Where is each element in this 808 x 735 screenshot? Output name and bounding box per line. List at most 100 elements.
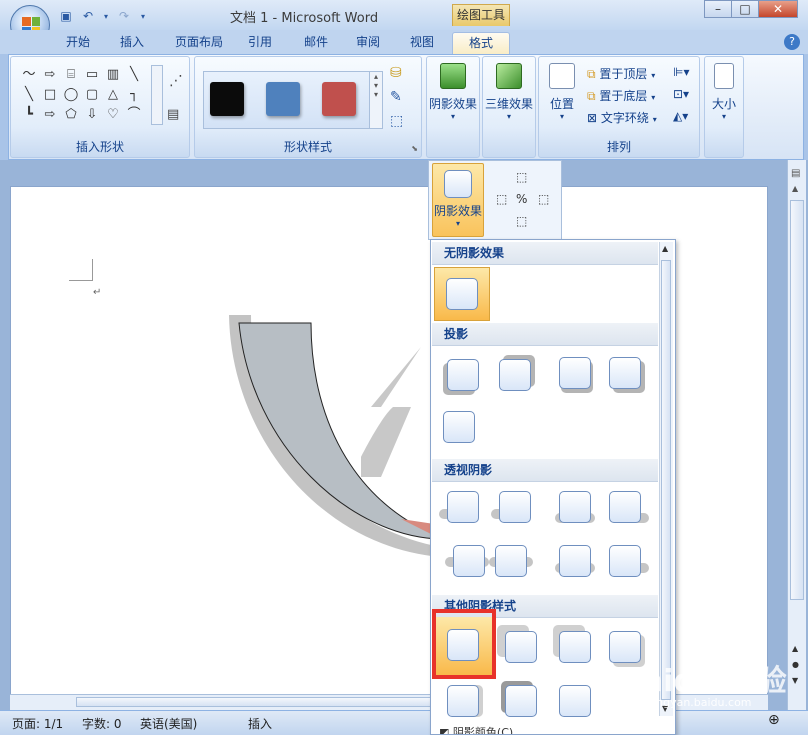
restore-button[interactable]: □ [731,0,759,18]
rounded-rect-icon[interactable]: ▢ [82,85,102,105]
drop-shadow-option-1[interactable] [447,359,479,391]
dialog-launcher-icon[interactable]: ⬊ [411,144,418,153]
other-shadow-option-5[interactable] [447,685,479,717]
style-swatch-blue[interactable] [266,82,300,116]
redo-icon[interactable]: ↷ [116,8,132,24]
perspective-shadow-option-3[interactable] [559,491,591,523]
perspective-shadow-option-4[interactable] [609,491,641,523]
section-perspective-shadow: 透视阴影 [432,459,658,482]
tab-references[interactable]: 引用 [240,32,280,54]
dropdown-scrollbar[interactable]: ▲ ▼ [659,242,673,716]
oval-icon[interactable]: ◯ [61,85,81,105]
vertical-textbox-icon[interactable]: ▥ [103,65,123,85]
line-icon[interactable]: ╲ [124,65,144,85]
nudge-up-icon[interactable]: ⬚ [516,170,527,184]
align-icon[interactable]: ⊫▾ [673,65,689,79]
word-count[interactable]: 字数: 0 [82,715,122,732]
perspective-shadow-option-1[interactable] [447,491,479,523]
previous-page-icon[interactable]: ▲ [792,644,798,653]
no-shadow-option[interactable] [434,267,490,321]
other-shadow-option-3[interactable] [559,631,591,663]
triangle-icon[interactable]: △ [103,85,123,105]
perspective-shadow-option-2[interactable] [499,491,531,523]
zoom-in-icon[interactable]: ⊕ [768,712,780,728]
change-shape-icon[interactable]: ⬚ [390,113,403,129]
dropdown-arrow-icon[interactable]: ▾ [102,8,110,24]
scroll-up-icon[interactable]: ▲ [662,244,668,253]
down-arrow-icon[interactable]: ⇩ [82,105,102,125]
line-diagonal-icon[interactable]: ╲ [19,85,39,105]
language-indicator[interactable]: 英语(美国) [140,715,197,732]
nudge-left-icon[interactable]: ⬚ [496,192,507,206]
dropdown-scroll-thumb[interactable] [661,260,671,700]
position-button[interactable]: 位置 ▾ [543,63,581,121]
drop-shadow-option-2[interactable] [499,359,531,391]
tab-home[interactable]: 开始 [58,32,98,54]
heart-icon[interactable]: ♡ [103,105,123,125]
rotate-icon[interactable]: ◭▾ [673,109,688,123]
save-icon[interactable]: ▣ [58,8,74,24]
style-swatch-black[interactable] [210,82,244,116]
fill-bucket-icon[interactable]: ⛁ [390,65,402,81]
other-shadow-option-2[interactable] [505,631,537,663]
outline-pen-icon[interactable]: ✎ [390,89,402,105]
send-to-back-button[interactable]: ⧉ 置于底层 ▾ [587,87,655,104]
bring-to-front-button[interactable]: ⧉ 置于顶层 ▾ [587,65,655,82]
cylinder-icon[interactable]: ⌸ [61,65,81,85]
perspective-shadow-option-6[interactable] [495,545,527,577]
tab-mailings[interactable]: 邮件 [296,32,336,54]
shadow-effects-group: 阴影效果 ▾ [426,56,480,158]
scroll-up-icon[interactable]: ▲ [792,184,798,193]
edit-points-icon[interactable]: ⋰ [169,73,183,89]
nudge-right-icon[interactable]: ⬚ [538,192,549,206]
scroll-thumb[interactable] [790,200,804,600]
shadow-effects-flyout-button[interactable]: 阴影效果 ▾ [432,163,484,237]
arrow-shape-icon[interactable]: ⇨ [40,65,60,85]
shadow-effects-button[interactable]: 阴影效果 ▾ [429,63,477,121]
undo-icon[interactable]: ↶ [80,8,96,24]
elbow-connector-icon[interactable]: ┐ [124,85,144,105]
drop-shadow-option-4[interactable] [609,357,641,389]
drop-shadow-option-5[interactable] [443,411,475,443]
text-box-draw-icon[interactable]: ▤ [167,107,179,122]
help-icon[interactable]: ? [784,34,800,50]
view-ruler-icon[interactable]: ▤ [791,168,800,179]
perspective-shadow-option-5[interactable] [453,545,485,577]
shadow-color-menu-item[interactable]: ◩ 阴影颜色(C) [439,724,513,734]
vertical-scrollbar[interactable]: ▤ ▲ ▲ ● ▼ [787,160,806,710]
shadow-toggle-icon[interactable]: % [516,192,527,206]
elbow-arrow-icon[interactable]: ┗ [19,105,39,125]
style-swatch-red[interactable] [322,82,356,116]
nudge-down-icon[interactable]: ⬚ [516,214,527,228]
rectangle-icon[interactable]: □ [40,85,60,105]
freeform-icon[interactable]: 〜 [19,65,39,85]
minimize-button[interactable]: – [704,0,732,18]
close-button[interactable]: ✕ [758,0,798,18]
tab-page-layout[interactable]: 页面布局 [168,32,230,54]
shapes-gallery-scroll[interactable] [151,65,163,125]
other-shadow-option-6[interactable] [505,685,537,717]
size-button[interactable]: 大小 ▾ [707,63,741,121]
group-icon[interactable]: ⊡▾ [673,87,689,101]
style-gallery-more-button[interactable]: ▴ ▾ ▾ [369,71,383,129]
perspective-shadow-option-7[interactable] [559,545,591,577]
page-count[interactable]: 页面: 1/1 [12,715,63,732]
drop-shadow-option-3[interactable] [559,357,591,389]
customize-qat-icon[interactable]: ▾ [138,8,148,24]
pentagon-icon[interactable]: ⬠ [61,105,81,125]
other-shadow-option-7[interactable] [559,685,591,717]
tab-review[interactable]: 审阅 [348,32,388,54]
text-wrapping-button[interactable]: ⊠ 文字环绕 ▾ [587,109,657,126]
textbox-icon[interactable]: ▭ [82,65,102,85]
next-page-icon[interactable]: ▼ [792,676,798,685]
select-browse-icon[interactable]: ● [792,660,799,669]
right-arrow-icon[interactable]: ⇨ [40,105,60,125]
tab-view[interactable]: 视图 [402,32,442,54]
chevron-down-icon: ▾ [455,219,460,228]
3d-effects-button[interactable]: 三维效果 ▾ [485,63,533,121]
perspective-shadow-option-8[interactable] [609,545,641,577]
arc-icon[interactable]: ⌒ [124,105,144,125]
insert-mode-indicator[interactable]: 插入 [248,715,272,732]
tab-format[interactable]: 格式 [452,32,510,54]
tab-insert[interactable]: 插入 [112,32,152,54]
